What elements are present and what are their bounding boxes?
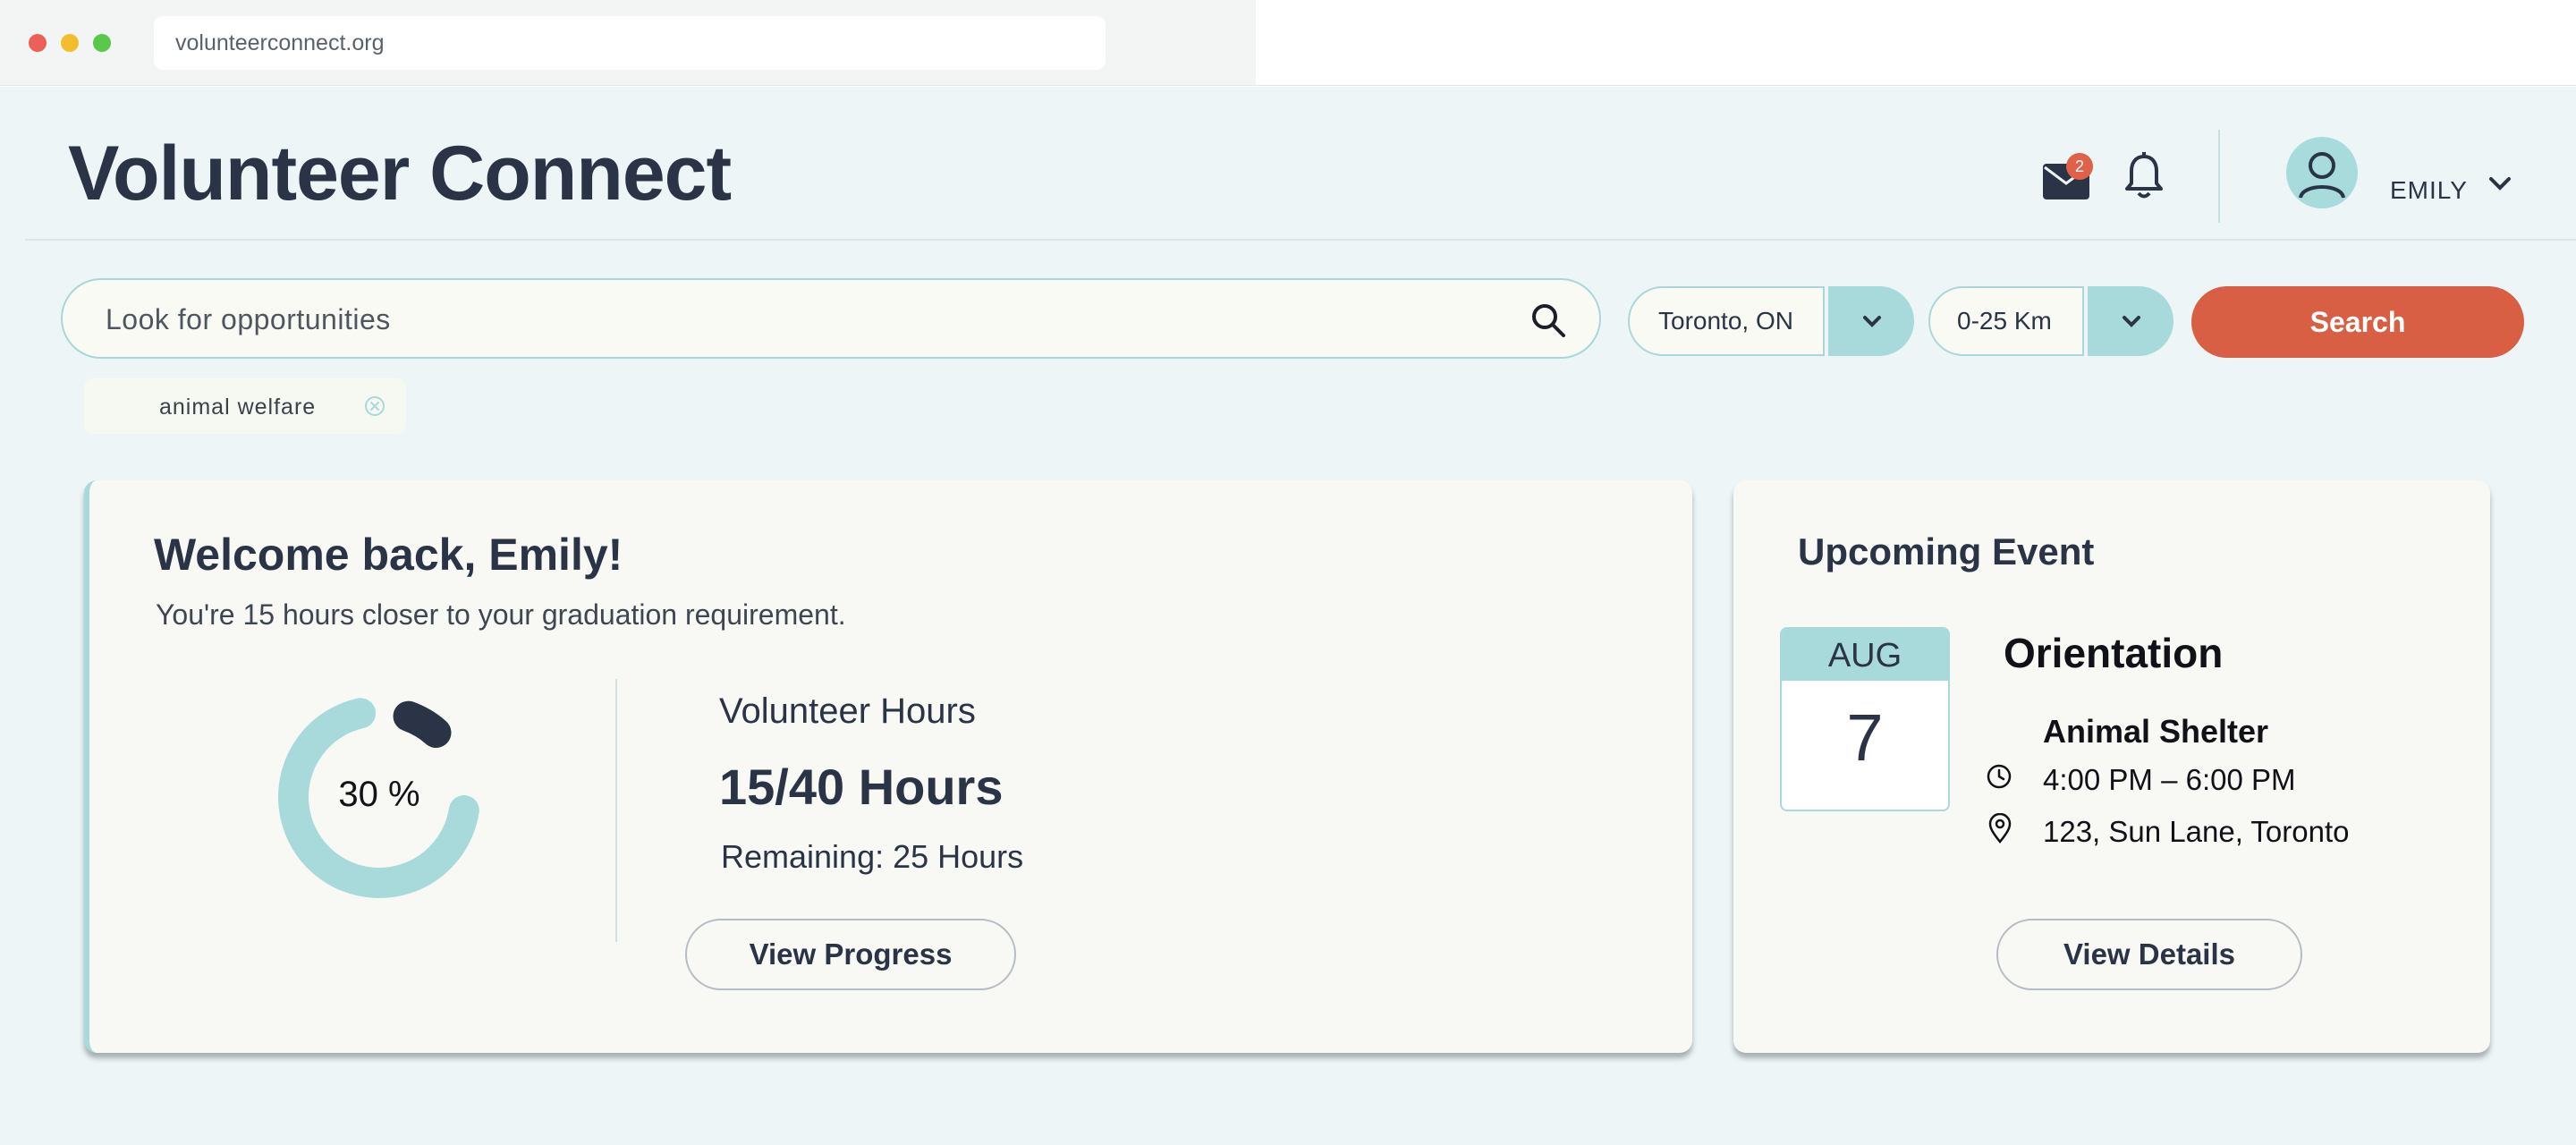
bell-icon[interactable] [2123,151,2165,201]
address-bar[interactable]: volunteerconnect.org [154,16,1106,70]
mail-badge: 2 [2066,153,2093,180]
location-dropdown-button[interactable] [1828,286,1914,356]
browser-toolbar-right [1256,0,2576,86]
location-pin-icon [1987,812,2012,844]
browser-toolbar: volunteerconnect.org [0,0,1256,86]
stats-divider [615,679,617,942]
app-root: Volunteer Connect 2 EMILY Look for oppor… [0,87,2576,1145]
distance-select[interactable]: 0-25 Km [1928,286,2084,356]
filter-tag-label: animal welfare [159,394,317,420]
volunteer-hours-label: Volunteer Hours [719,691,976,731]
filter-tag: animal welfare [84,378,406,434]
remaining-hours: Remaining: 25 Hours [721,838,1024,875]
distance-dropdown-button[interactable] [2088,286,2174,356]
clock-icon [1986,763,2012,790]
search-placeholder: Look for opportunities [106,303,391,335]
user-name[interactable]: EMILY [2390,176,2468,205]
event-place: Animal Shelter [2043,713,2269,750]
event-card-title: Upcoming Event [1798,530,2095,572]
event-date-calendar: AUG 7 [1780,627,1950,811]
page: volunteerconnect.org Volunteer Connect 2 [0,0,2576,1145]
welcome-card: Welcome back, Emily! You're 15 hours clo… [84,480,1692,1053]
view-details-button[interactable]: View Details [1996,919,2302,990]
search-button[interactable]: Search [2191,286,2524,358]
header-divider [2218,130,2220,223]
search-icon[interactable] [1530,301,1567,339]
welcome-subtitle: You're 15 hours closer to your graduatio… [156,598,846,631]
chevron-down-icon [1860,311,1884,331]
window-minimize-dot[interactable] [61,34,79,52]
close-circle-icon[interactable] [363,394,386,418]
app-title: Volunteer Connect [68,131,732,216]
event-month: AUG [1782,629,1948,681]
user-avatar-icon[interactable] [2286,137,2358,208]
volunteer-hours-value: 15/40 Hours [719,759,1004,815]
progress-percent-label: 30 % [338,775,419,814]
upcoming-event-card: Upcoming Event AUG 7 Orientation Animal … [1733,480,2490,1053]
window-close-dot[interactable] [29,34,47,52]
event-name: Orientation [2004,630,2224,676]
welcome-title: Welcome back, Emily! [154,530,623,580]
progress-donut: 30 % [263,681,496,913]
location-select[interactable]: Toronto, ON [1628,286,1825,356]
chevron-down-icon[interactable] [2487,173,2513,194]
window-maximize-dot[interactable] [93,34,111,52]
event-day: 7 [1846,700,1884,775]
event-address: 123, Sun Lane, Toronto [2043,815,2350,848]
chevron-down-icon [2120,311,2143,331]
progress-donut-fill [393,700,452,748]
header-separator [25,239,2576,241]
search-input[interactable]: Look for opportunities [61,278,1601,359]
event-time: 4:00 PM – 6:00 PM [2043,763,2296,796]
view-progress-button[interactable]: View Progress [685,919,1016,990]
